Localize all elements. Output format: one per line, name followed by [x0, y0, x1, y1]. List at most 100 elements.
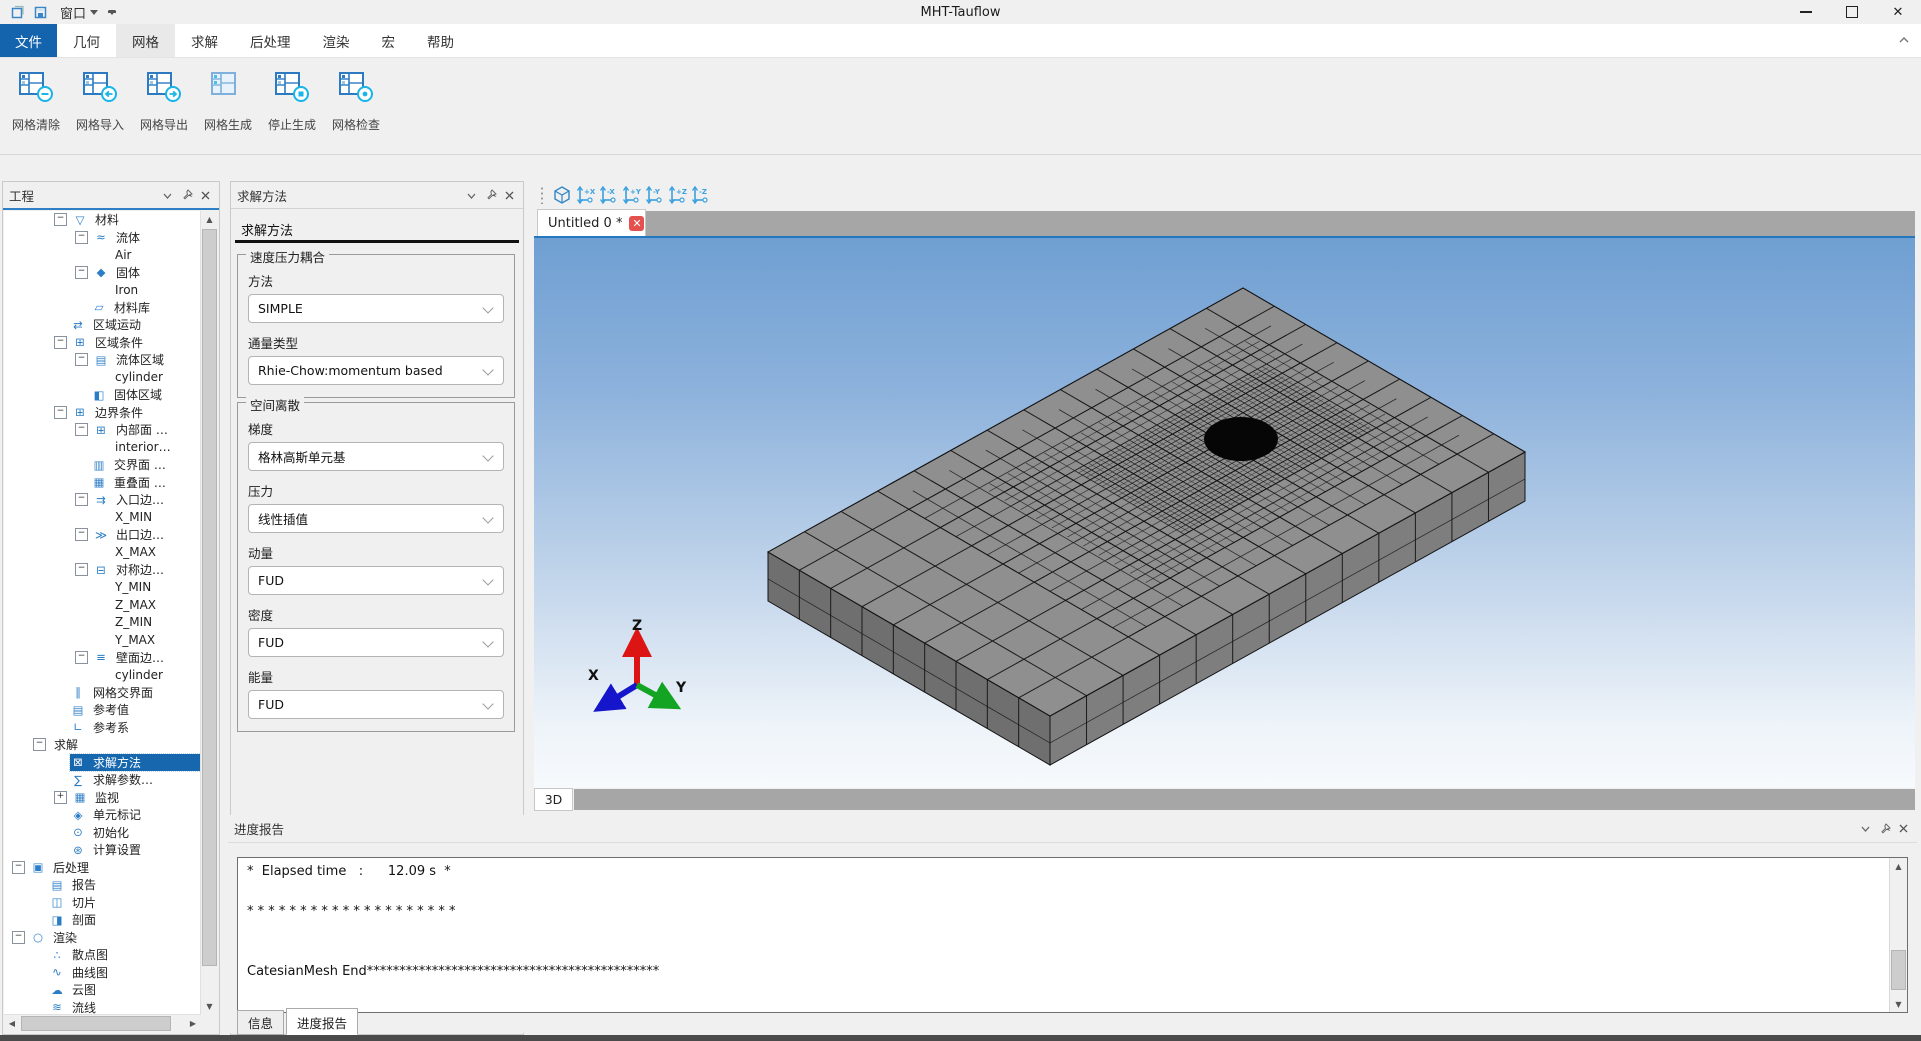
view-minus-z-icon[interactable]: -Z: [688, 183, 711, 207]
tree-item-报告[interactable]: ▤ 报告: [4, 876, 201, 894]
menu-item-求解[interactable]: 求解: [175, 24, 234, 57]
tree-horizontal-scrollbar[interactable]: ◀ ▶: [4, 1014, 201, 1032]
chevron-down-icon[interactable]: [160, 188, 175, 203]
collapse-icon[interactable]: −: [12, 860, 25, 874]
tree-item-交界面 …[interactable]: ▥ 交界面 …: [4, 456, 201, 474]
view-minus-y-icon[interactable]: -Y: [642, 183, 665, 207]
tree-item-Y_MAX[interactable]: Y_MAX: [4, 631, 201, 649]
tree-item-对称边…[interactable]: − ⊟ 对称边…: [4, 561, 201, 579]
tree-item-单元标记[interactable]: ◈ 单元标记: [4, 806, 201, 824]
collapse-icon[interactable]: −: [12, 930, 25, 944]
collapse-icon[interactable]: −: [75, 265, 88, 279]
tree-item-后处理[interactable]: − ▣ 后处理: [4, 859, 201, 877]
dropdown-能量[interactable]: FUD: [248, 690, 504, 719]
tree-item-初始化[interactable]: ⊙ 初始化: [4, 824, 201, 842]
close-icon[interactable]: [1896, 821, 1911, 836]
网格导出-button[interactable]: 网格导出: [132, 70, 196, 133]
collapse-ribbon-icon[interactable]: [1895, 31, 1913, 49]
dropdown-通量类型[interactable]: Rhie-Chow:momentum based: [248, 356, 504, 385]
tree-item-Y_MIN[interactable]: Y_MIN: [4, 579, 201, 597]
tree-item-区域条件[interactable]: − ⊞ 区域条件: [4, 334, 201, 352]
collapse-icon[interactable]: −: [75, 423, 88, 437]
tree-item-入口边…[interactable]: − ⇉ 入口边…: [4, 491, 201, 509]
scrollbar-thumb[interactable]: [21, 1016, 171, 1031]
tree-item-重叠面 …[interactable]: ▦ 重叠面 …: [4, 474, 201, 492]
tree-item-渲染[interactable]: − ○ 渲染: [4, 929, 201, 947]
bottom-tab-信息[interactable]: 信息: [237, 1010, 285, 1035]
collapse-icon[interactable]: −: [54, 335, 67, 349]
tree-item-参考值[interactable]: ▤ 参考值: [4, 701, 201, 719]
pin-icon[interactable]: [179, 188, 194, 203]
iso-view-icon[interactable]: [550, 183, 573, 207]
网格检查-button[interactable]: 网格检查: [324, 70, 388, 133]
tree-item-X_MAX[interactable]: X_MAX: [4, 544, 201, 562]
dropdown-密度[interactable]: FUD: [248, 628, 504, 657]
menu-item-后处理[interactable]: 后处理: [234, 24, 307, 57]
menu-item-文件[interactable]: 文件: [0, 24, 57, 57]
tree-item-Z_MIN[interactable]: Z_MIN: [4, 614, 201, 632]
menu-item-网格[interactable]: 网格: [116, 24, 175, 57]
tree-item-材料[interactable]: − ▽ 材料: [4, 211, 201, 229]
close-icon[interactable]: [502, 188, 517, 203]
restore-window-icon[interactable]: [9, 5, 24, 20]
window-menu[interactable]: 窗口: [60, 3, 117, 22]
网格生成-button[interactable]: 网格生成: [196, 70, 260, 133]
console-scrollbar[interactable]: ▲ ▼: [1889, 858, 1907, 1012]
scrollbar-thumb[interactable]: [202, 229, 217, 966]
tree-item-cylinder[interactable]: cylinder: [4, 369, 201, 387]
tree-item-网格交界面[interactable]: ∥ 网格交界面: [4, 684, 201, 702]
pin-icon[interactable]: [1877, 821, 1892, 836]
tree-item-流体[interactable]: − ≈ 流体: [4, 229, 201, 247]
console-output[interactable]: * Elapsed time : 12.09 s * * * * * * * *…: [237, 857, 1908, 1013]
scroll-up-icon[interactable]: ▲: [1890, 858, 1907, 874]
collapse-icon[interactable]: −: [33, 738, 46, 752]
tree-item-interior…[interactable]: interior…: [4, 439, 201, 457]
close-button[interactable]: ✕: [1875, 0, 1921, 24]
collapse-icon[interactable]: −: [75, 493, 88, 507]
scroll-up-icon[interactable]: ▲: [201, 211, 218, 227]
tree-item-求解参数…[interactable]: ∑ 求解参数…: [4, 771, 201, 789]
tree-item-边界条件[interactable]: − ⊞ 边界条件: [4, 404, 201, 422]
collapse-icon[interactable]: −: [75, 650, 88, 664]
tree-item-X_MIN[interactable]: X_MIN: [4, 509, 201, 527]
tree-item-内部面 …[interactable]: − ⊞ 内部面 …: [4, 421, 201, 439]
tab-close-icon[interactable]: ✕: [629, 215, 645, 231]
tree-item-监视[interactable]: + ▦ 监视: [4, 789, 201, 807]
dropdown-方法[interactable]: SIMPLE: [248, 294, 504, 323]
collapse-icon[interactable]: −: [54, 405, 67, 419]
tree-item-Iron[interactable]: Iron: [4, 281, 201, 299]
menu-item-几何[interactable]: 几何: [57, 24, 116, 57]
minimize-button[interactable]: [1783, 0, 1829, 24]
tree-item-求解[interactable]: − 求解: [4, 736, 201, 754]
toolbar-drag-handle[interactable]: [540, 186, 544, 204]
scroll-down-icon[interactable]: ▼: [201, 998, 218, 1014]
scroll-right-icon[interactable]: ▶: [185, 1015, 201, 1032]
collapse-icon[interactable]: −: [75, 353, 88, 367]
网格导入-button[interactable]: 网格导入: [68, 70, 132, 133]
tree-item-cylinder[interactable]: cylinder: [4, 666, 201, 684]
网格清除-button[interactable]: 网格清除: [4, 70, 68, 133]
collapse-icon[interactable]: −: [75, 230, 88, 244]
tree-item-散点图[interactable]: ∴ 散点图: [4, 946, 201, 964]
expand-icon[interactable]: +: [54, 790, 67, 804]
tree-item-流线[interactable]: ≋ 流线: [4, 999, 201, 1014]
collapse-icon[interactable]: −: [75, 528, 88, 542]
maximize-button[interactable]: [1829, 0, 1875, 24]
menu-item-渲染[interactable]: 渲染: [307, 24, 366, 57]
save-icon[interactable]: [33, 5, 48, 20]
tree-item-出口边…[interactable]: − ≫ 出口边…: [4, 526, 201, 544]
document-tab[interactable]: Untitled 0 * ✕: [537, 209, 646, 236]
bottom-tab-进度报告[interactable]: 进度报告: [286, 1008, 359, 1035]
tree-item-Z_MAX[interactable]: Z_MAX: [4, 596, 201, 614]
dropdown-动量[interactable]: FUD: [248, 566, 504, 595]
tree-item-求解方法[interactable]: ⊠ 求解方法: [4, 752, 201, 772]
scroll-left-icon[interactable]: ◀: [4, 1015, 20, 1032]
scrollbar-thumb[interactable]: [1891, 950, 1906, 990]
tree-item-固体[interactable]: − ◆ 固体: [4, 264, 201, 282]
tree-item-流体区域[interactable]: − ▤ 流体区域: [4, 351, 201, 369]
停止生成-button[interactable]: 停止生成: [260, 70, 324, 133]
collapse-icon[interactable]: −: [54, 213, 67, 227]
tree-item-区域运动[interactable]: ⇄ 区域运动: [4, 316, 201, 334]
collapse-icon[interactable]: −: [75, 563, 88, 577]
view-plus-z-icon[interactable]: +Z: [665, 183, 688, 207]
